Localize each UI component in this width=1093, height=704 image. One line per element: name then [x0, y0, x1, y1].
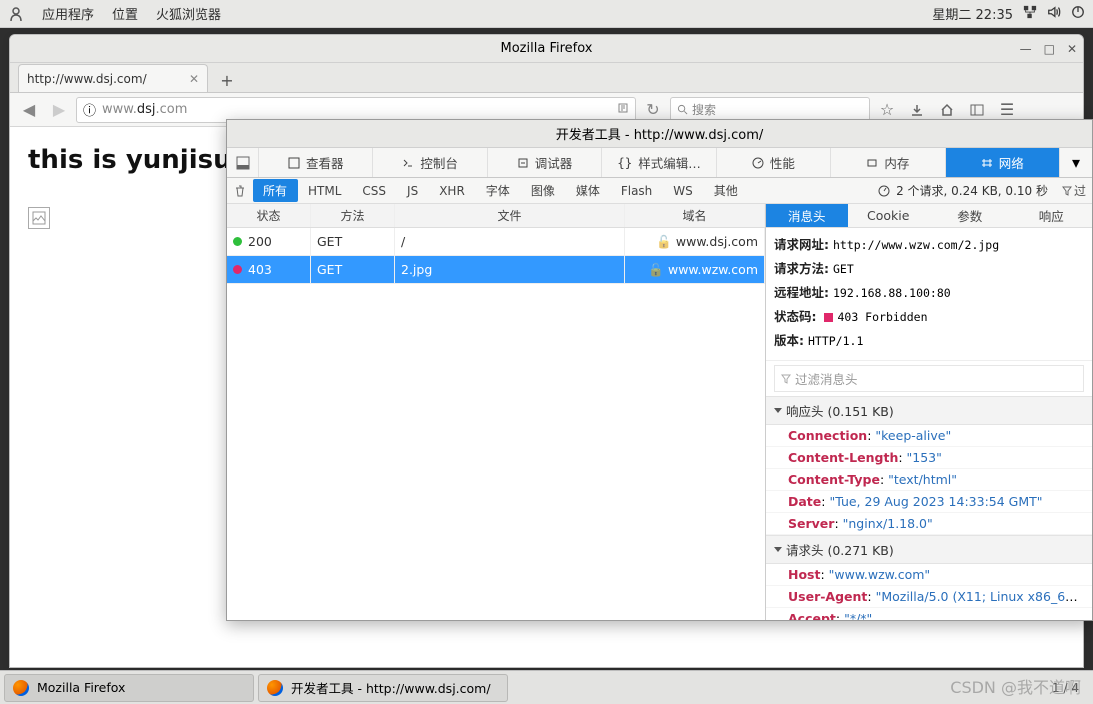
close-button[interactable]: ✕ [1067, 42, 1077, 56]
status-indicator-icon [824, 313, 833, 322]
dock-icon[interactable] [227, 148, 259, 177]
tab-close-icon[interactable]: ✕ [189, 72, 199, 86]
header-row: User-Agent: "Mozilla/5.0 (X11; Linux x86… [766, 586, 1092, 608]
panel-console[interactable]: 控制台 [373, 148, 487, 177]
header-row: Host: "www.wzw.com" [766, 564, 1092, 586]
panel-overflow-icon[interactable]: ▾ [1060, 148, 1092, 177]
status-dot-icon [233, 265, 242, 274]
firefox-icon [13, 680, 29, 696]
taskbar: Mozilla Firefox 开发者工具 - http://www.dsj.c… [0, 670, 1093, 704]
network-row[interactable]: 200GET/🔓www.dsj.com [227, 228, 765, 256]
broken-image-icon [28, 207, 50, 229]
devtools-titlebar: 开发者工具 - http://www.dsj.com/ [227, 120, 1092, 148]
workspace-page: 1 / 4 [1052, 681, 1089, 695]
filter-xhr[interactable]: XHR [429, 181, 476, 201]
panel-debugger[interactable]: 调试器 [488, 148, 602, 177]
request-details-pane: 消息头 Cookie 参数 响应 请求网址: http://www.wzw.co… [766, 204, 1092, 620]
filter-js[interactable]: JS [397, 181, 429, 201]
col-domain[interactable]: 域名 [625, 204, 765, 227]
filter-images[interactable]: 图像 [521, 179, 566, 202]
filter-css[interactable]: CSS [352, 181, 397, 201]
header-row: Server: "nginx/1.18.0" [766, 513, 1092, 535]
col-status[interactable]: 状态 [227, 204, 311, 227]
panel-inspector[interactable]: 查看器 [259, 148, 373, 177]
identity-icon[interactable]: ⓘ [83, 100, 96, 119]
details-tab-headers[interactable]: 消息头 [766, 204, 848, 227]
network-row[interactable]: 403GET2.jpg🔓www.wzw.com [227, 256, 765, 284]
back-button[interactable]: ◀ [16, 97, 42, 123]
response-headers-section[interactable]: 响应头 (0.151 KB) [766, 396, 1092, 425]
tab-title: http://www.dsj.com/ [27, 72, 147, 86]
taskbar-item-firefox[interactable]: Mozilla Firefox [4, 674, 254, 702]
filter-fonts[interactable]: 字体 [476, 179, 521, 202]
request-summary: 请求网址: http://www.wzw.com/2.jpg 请求方法: GET… [766, 228, 1092, 361]
maximize-button[interactable]: □ [1044, 42, 1055, 56]
devtools-window: 开发者工具 - http://www.dsj.com/ 查看器 控制台 调试器 … [226, 119, 1093, 621]
clock[interactable]: 星期二 22:35 [932, 4, 1013, 23]
activities-icon[interactable] [8, 6, 24, 22]
header-row: Content-Type: "text/html" [766, 469, 1092, 491]
filter-all[interactable]: 所有 [253, 179, 298, 202]
menu-places[interactable]: 位置 [112, 4, 138, 23]
network-table: 状态 方法 文件 域名 200GET/🔓www.dsj.com403GET2.j… [227, 204, 766, 620]
search-icon [677, 104, 688, 115]
network-filter-bar: 所有 HTML CSS JS XHR 字体 图像 媒体 Flash WS 其他 … [227, 178, 1092, 204]
reader-icon[interactable] [617, 102, 629, 118]
gnome-top-bar: 应用程序 位置 火狐浏览器 星期二 22:35 [0, 0, 1093, 28]
filter-ws[interactable]: WS [663, 181, 703, 201]
header-row: Connection: "keep-alive" [766, 425, 1092, 447]
panel-network[interactable]: 网络 [946, 148, 1060, 177]
filter-flash[interactable]: Flash [611, 181, 663, 201]
chevron-down-icon [774, 408, 782, 413]
panel-style[interactable]: {}样式编辑… [602, 148, 716, 177]
request-headers-section[interactable]: 请求头 (0.271 KB) [766, 535, 1092, 564]
power-icon[interactable] [1071, 5, 1085, 23]
firefox-icon [267, 680, 283, 696]
header-row: Content-Length: "153" [766, 447, 1092, 469]
filter-media[interactable]: 媒体 [566, 179, 611, 202]
insecure-icon: 🔓 [648, 262, 664, 278]
window-title: Mozilla Firefox [501, 41, 593, 56]
network-icon[interactable] [1023, 5, 1037, 23]
panel-memory[interactable]: 内存 [831, 148, 945, 177]
details-tab-params[interactable]: 参数 [929, 204, 1011, 227]
header-row: Date: "Tue, 29 Aug 2023 14:33:54 GMT" [766, 491, 1092, 513]
status-dot-icon [233, 237, 242, 246]
details-tab-cookies[interactable]: Cookie [848, 204, 930, 227]
devtools-panels: 查看器 控制台 调试器 {}样式编辑… 性能 内存 网络 ▾ [227, 148, 1092, 178]
panel-performance[interactable]: 性能 [717, 148, 831, 177]
col-file[interactable]: 文件 [395, 204, 625, 227]
minimize-button[interactable]: — [1020, 42, 1032, 56]
volume-icon[interactable] [1047, 5, 1061, 23]
menu-apps[interactable]: 应用程序 [42, 4, 94, 23]
forward-button[interactable]: ▶ [46, 97, 72, 123]
tab-strip: http://www.dsj.com/ ✕ + [10, 63, 1083, 93]
perf-icon [878, 185, 890, 197]
new-tab-button[interactable]: + [212, 68, 242, 92]
firefox-titlebar: Mozilla Firefox — □ ✕ [10, 35, 1083, 63]
clear-icon[interactable] [227, 185, 253, 197]
taskbar-item-devtools[interactable]: 开发者工具 - http://www.dsj.com/ [258, 674, 508, 702]
filter-html[interactable]: HTML [298, 181, 352, 201]
filter-url-icon[interactable]: 过 [1056, 182, 1092, 199]
network-summary: 2 个请求, 0.24 KB, 0.10 秒 [896, 182, 1048, 199]
filter-headers-input[interactable]: 过滤消息头 [774, 365, 1084, 392]
col-method[interactable]: 方法 [311, 204, 395, 227]
details-tab-response[interactable]: 响应 [1011, 204, 1093, 227]
chevron-down-icon [774, 547, 782, 552]
header-row: Accept: "*/*" [766, 608, 1092, 620]
filter-other[interactable]: 其他 [704, 179, 749, 202]
browser-tab[interactable]: http://www.dsj.com/ ✕ [18, 64, 208, 92]
insecure-icon: 🔓 [656, 234, 672, 250]
menu-firefox[interactable]: 火狐浏览器 [156, 4, 221, 23]
